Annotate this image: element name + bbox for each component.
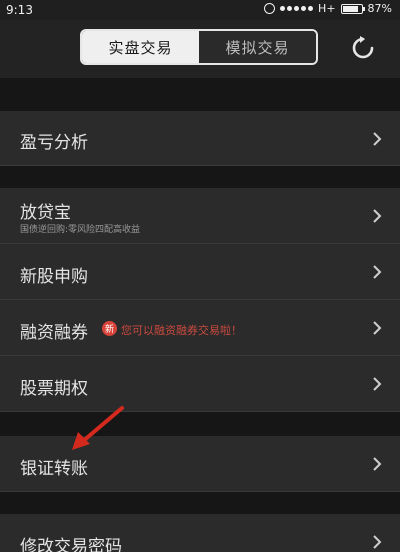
- menu-item-margin-trading[interactable]: 融资融券 新 您可以融资融券交易啦！: [0, 300, 400, 356]
- menu-item-change-password[interactable]: 修改交易密码: [0, 514, 400, 552]
- new-badge: 新: [102, 321, 117, 336]
- menu-item-stock-options[interactable]: 股票期权: [0, 356, 400, 412]
- section-gap: [0, 166, 400, 188]
- menu-item-subtitle: 国债逆回购:零风险四配高收益: [20, 225, 141, 235]
- chevron-right-icon: [373, 132, 382, 146]
- menu-item-ipo-subscription[interactable]: 新股申购: [0, 244, 400, 300]
- chevron-right-icon: [373, 321, 382, 335]
- header: 实盘交易 模拟交易: [0, 20, 400, 78]
- chevron-right-icon: [373, 377, 382, 391]
- menu-item-label: 融资融券: [20, 323, 88, 343]
- menu-item-label: 股票期权: [20, 379, 88, 399]
- status-bar: 9:13 H+ 87%: [0, 0, 400, 20]
- battery-percent: 87%: [367, 2, 392, 15]
- chevron-right-icon: [373, 535, 382, 549]
- menu-item-label: 放贷宝: [20, 203, 71, 223]
- menu-item-loan-treasure[interactable]: 放贷宝 国债逆回购:零风险四配高收益: [0, 188, 400, 244]
- trade-mode-switch: 实盘交易 模拟交易: [80, 29, 318, 65]
- menu-item-label: 新股申购: [20, 267, 88, 287]
- chevron-right-icon: [373, 265, 382, 279]
- section-gap: [0, 492, 400, 514]
- menu-item-bank-transfer[interactable]: 银证转账: [0, 436, 400, 492]
- battery-icon: [340, 3, 365, 14]
- menu-item-profit-analysis[interactable]: 盈亏分析: [0, 111, 400, 166]
- refresh-icon[interactable]: [350, 35, 376, 61]
- carrier-label: H+: [318, 2, 336, 15]
- alarm-icon: [264, 3, 276, 14]
- chevron-right-icon: [373, 209, 382, 223]
- menu-item-label: 修改交易密码: [20, 537, 122, 552]
- status-right: H+ 87%: [264, 2, 392, 15]
- signal-icon: [280, 6, 314, 11]
- tab-real-trading[interactable]: 实盘交易: [82, 31, 199, 63]
- tab-simulated-trading[interactable]: 模拟交易: [199, 31, 316, 63]
- margin-promo-text: 您可以融资融券交易啦！: [121, 324, 242, 337]
- status-time: 9:13: [6, 3, 33, 17]
- chevron-right-icon: [373, 457, 382, 471]
- menu-item-label: 盈亏分析: [20, 133, 88, 153]
- section-gap: [0, 78, 400, 111]
- menu-item-label: 银证转账: [20, 459, 88, 479]
- section-gap: [0, 412, 400, 436]
